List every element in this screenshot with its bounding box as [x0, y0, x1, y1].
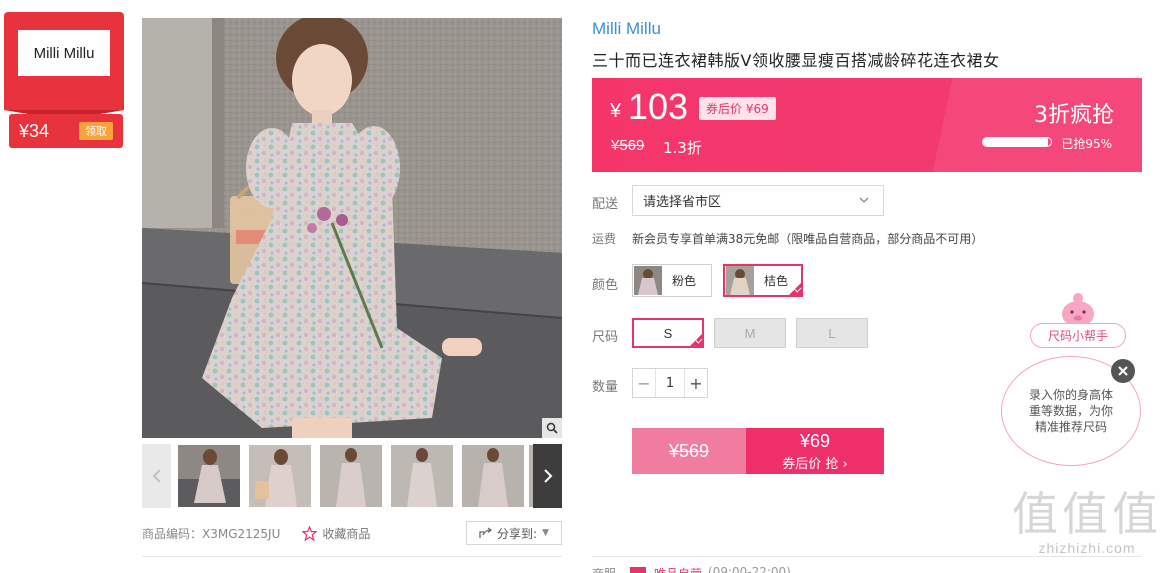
- sold-progress-bar: [982, 137, 1052, 147]
- size-option-s[interactable]: S: [632, 318, 704, 348]
- thumbnail-1[interactable]: [178, 445, 240, 507]
- coupon-get-button[interactable]: 领取: [79, 122, 113, 140]
- size-helper-close-button[interactable]: [1111, 359, 1135, 383]
- quantity-input[interactable]: 1: [655, 369, 685, 397]
- discount-rate: 1.3折: [663, 139, 702, 157]
- color-option-orange[interactable]: 桔色: [723, 264, 803, 297]
- thumbnail-image: [178, 445, 240, 507]
- thumbnail-2[interactable]: [249, 445, 311, 507]
- thumbnail-next-button[interactable]: [533, 444, 562, 508]
- sold-percentage: 已抢95%: [1061, 137, 1112, 151]
- thumbnail-image: [320, 445, 382, 507]
- shipping-fee-text: 新会员专享首单满38元免邮（限唯品自营商品，部分商品不可用）: [632, 232, 984, 246]
- product-code: 商品编码：X3MG2125JU: [142, 526, 281, 541]
- thumbnail-3[interactable]: [320, 445, 382, 507]
- store-badge-icon: [630, 567, 646, 573]
- thumbnail-image: [249, 445, 311, 507]
- store-logo: Milli Millu: [18, 30, 110, 76]
- quantity-stepper: − 1 +: [632, 368, 708, 398]
- product-photo: [142, 18, 562, 438]
- watermark-url: zhizhizhi.com: [1038, 540, 1136, 556]
- size-option-label: M: [744, 325, 756, 341]
- thumbnail-5[interactable]: [462, 445, 524, 507]
- current-price: 103: [628, 86, 689, 127]
- region-select[interactable]: 请选择省市区: [632, 185, 884, 216]
- product-title: 三十而已连衣裙韩版V领收腰显瘦百搭减龄碎花连衣裙女: [592, 51, 1000, 70]
- flash-sale-label: 3折疯抢: [1034, 103, 1114, 128]
- selected-check-icon: [689, 333, 703, 347]
- size-label: 尺码: [592, 330, 619, 345]
- thumbnail-image: [462, 445, 524, 507]
- favorite-button[interactable]: 收藏商品: [302, 525, 370, 542]
- chevron-right-icon: [543, 469, 552, 483]
- chevron-down-icon: [859, 197, 869, 203]
- share-label: 分享到:: [497, 526, 538, 541]
- quantity-decrease-button[interactable]: −: [633, 369, 655, 397]
- coupon-value-row[interactable]: ¥34 领取: [9, 114, 123, 148]
- caret-down-icon: ▼: [542, 528, 549, 538]
- buy-original-price[interactable]: ¥569: [632, 428, 746, 474]
- coupon-header: Milli Millu: [4, 12, 124, 120]
- selected-check-icon: [788, 282, 802, 296]
- store-coupon[interactable]: Milli Millu ¥34 领取: [4, 12, 124, 148]
- price-panel: ¥ 103 券后价 ¥69 ¥569 1.3折 3折疯抢 已抢95%: [592, 78, 1142, 172]
- color-label: 颜色: [592, 278, 619, 293]
- divider: [592, 556, 1142, 557]
- delivery-label: 配送: [592, 197, 619, 212]
- service-hours: (09:00-22:00): [708, 565, 791, 573]
- coupon-price: ¥34: [19, 120, 50, 141]
- buy-now-button[interactable]: ¥69 券后价 抢 ›: [746, 428, 884, 474]
- share-button[interactable]: 分享到: ▼: [466, 521, 562, 545]
- size-helper-tag[interactable]: 尺码小帮手: [1030, 323, 1126, 348]
- watermark: 值值值 zhizhizhi.com: [1012, 488, 1162, 556]
- thumbnail-image: [391, 445, 453, 507]
- after-coupon-price: 券后价 ¥69: [699, 97, 776, 120]
- size-option-label: S: [663, 325, 673, 341]
- original-price: ¥569: [611, 137, 645, 154]
- size-option-m[interactable]: M: [714, 318, 786, 348]
- share-icon: [479, 527, 493, 538]
- thumbnail-strip: [142, 444, 562, 508]
- product-meta-row: 商品编码：X3MG2125JU 收藏商品 分享到: ▼: [142, 520, 562, 546]
- zoom-button[interactable]: [542, 418, 562, 438]
- buy-price: ¥69: [799, 431, 831, 451]
- color-option-pink[interactable]: 粉色: [632, 264, 712, 297]
- store-link[interactable]: 唯品自营: [654, 565, 702, 573]
- brand-name[interactable]: Milli Millu: [592, 19, 661, 39]
- color-swatch-image: [634, 266, 662, 295]
- size-option-label: L: [828, 325, 836, 341]
- close-icon: [1118, 366, 1128, 376]
- thumbnail-prev-button[interactable]: [142, 444, 171, 508]
- color-option-label: 桔色: [764, 274, 789, 288]
- color-option-label: 粉色: [672, 274, 697, 288]
- divider: [142, 556, 562, 557]
- thumbnail-4[interactable]: [391, 445, 453, 507]
- main-product-image[interactable]: [142, 18, 562, 438]
- favorite-label: 收藏商品: [322, 526, 371, 541]
- sold-progress-fill: [983, 138, 1048, 146]
- buy-label: 券后价 抢 ›: [782, 457, 848, 472]
- quantity-increase-button[interactable]: +: [685, 369, 707, 397]
- magnifier-icon: [546, 422, 558, 434]
- watermark-logo: 值值值: [1012, 487, 1162, 541]
- product-page: Milli Millu ¥34 领取 商品编码：X3MG2125JU 收藏商品 …: [0, 0, 1165, 573]
- shipping-fee-label: 运费: [592, 232, 617, 246]
- color-swatch-image: [726, 266, 754, 295]
- star-icon: [302, 525, 318, 541]
- currency-symbol: ¥: [610, 100, 622, 122]
- service-label: 商服: [592, 565, 616, 573]
- quantity-label: 数量: [592, 380, 619, 395]
- size-option-l[interactable]: L: [796, 318, 868, 348]
- region-select-value: 请选择省市区: [643, 195, 722, 210]
- chevron-left-icon: [152, 469, 161, 483]
